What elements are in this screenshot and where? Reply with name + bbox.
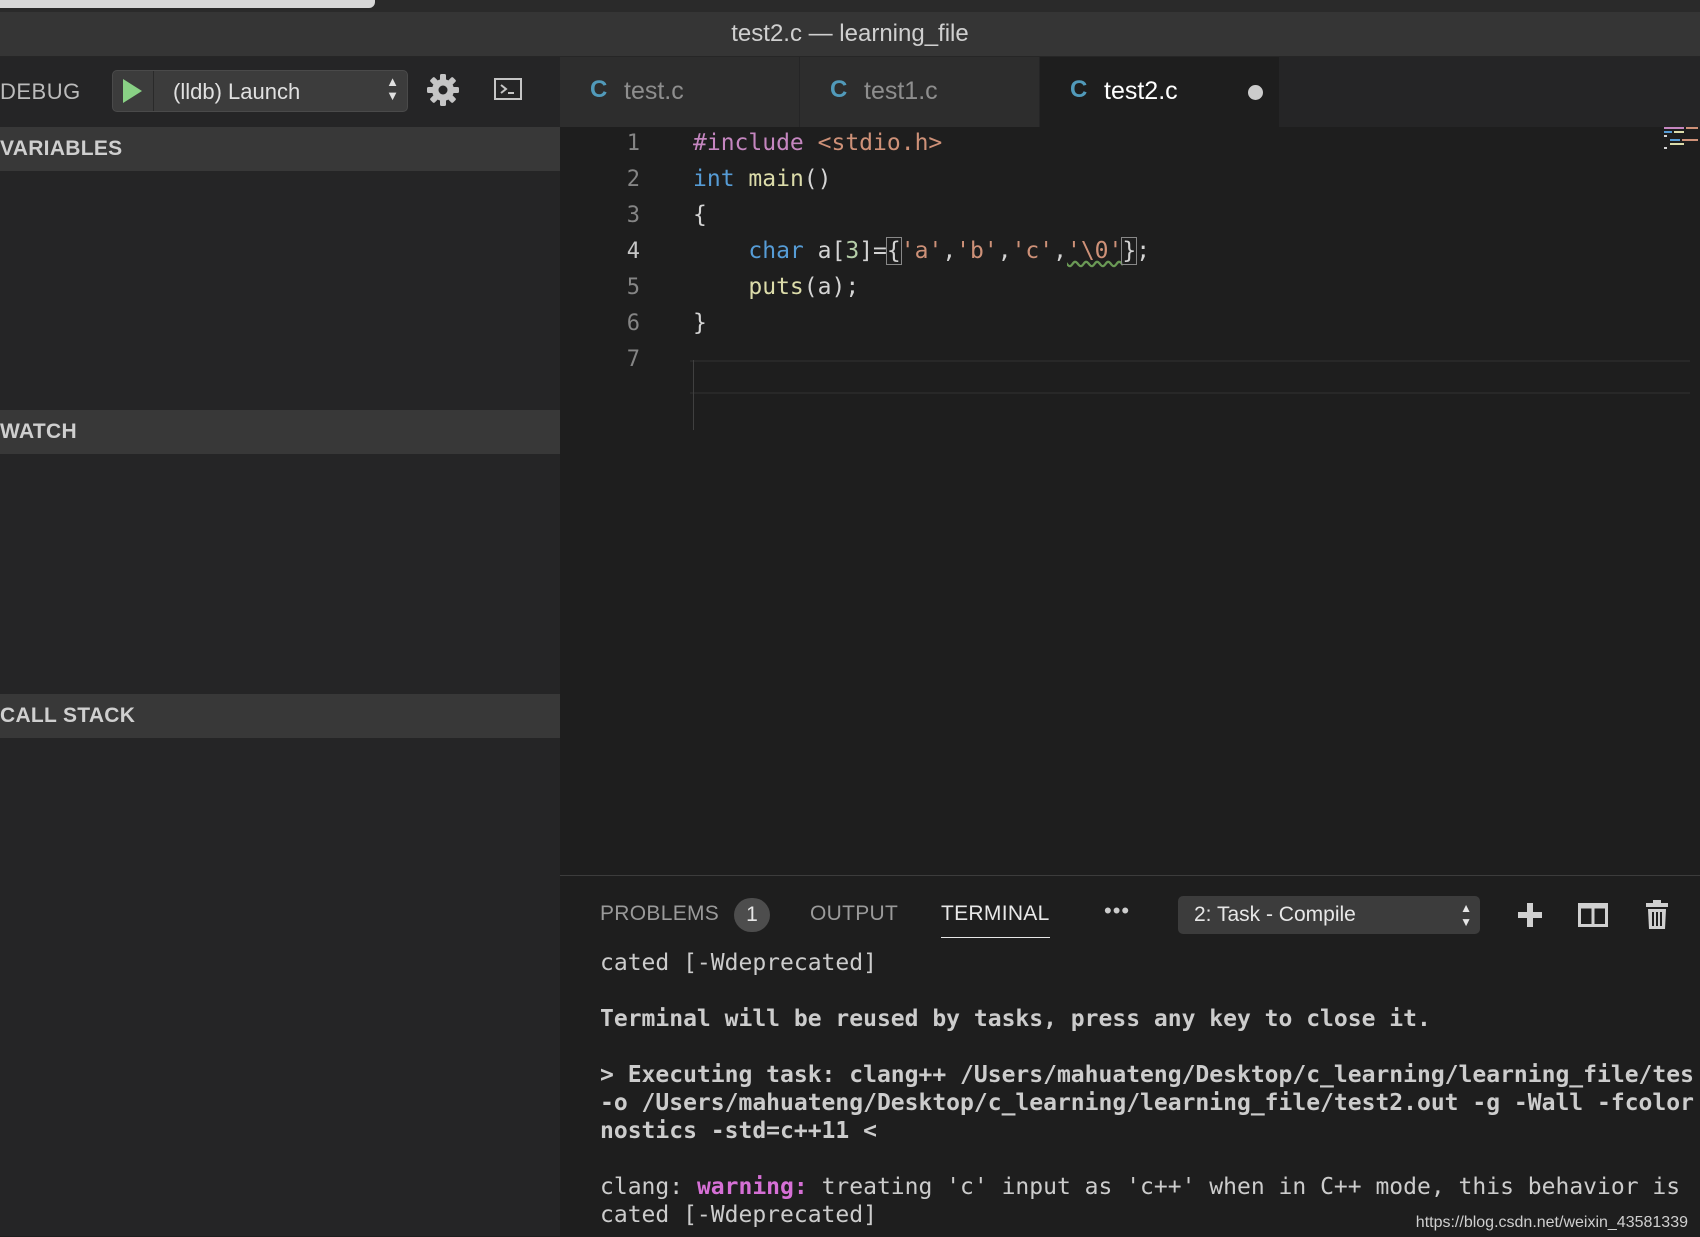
tab-label: test.c xyxy=(624,77,684,105)
minimap[interactable] xyxy=(1664,127,1700,155)
bottom-panel: PROBLEMS 1 OUTPUT TERMINAL ••• 2: Task -… xyxy=(560,875,1700,1237)
problems-count-badge: 1 xyxy=(734,898,770,932)
tab-output[interactable]: OUTPUT xyxy=(810,902,898,926)
c-file-icon: C xyxy=(1070,76,1088,103)
code-text: } xyxy=(693,310,707,336)
terminal-line: cated [-Wdeprecated] xyxy=(600,1202,877,1228)
terminal-line: cated [-Wdeprecated] xyxy=(600,950,877,976)
line-number: 5 xyxy=(626,275,640,300)
line-number: 3 xyxy=(626,203,640,228)
select-arrows-icon: ▲ ▼ xyxy=(386,74,399,103)
code-text: int main() xyxy=(693,166,832,192)
warning-label: warning: xyxy=(696,1174,808,1200)
tab-terminal[interactable]: TERMINAL xyxy=(941,902,1050,938)
code-line-6: 6 } xyxy=(560,307,1660,343)
split-terminal-icon[interactable] xyxy=(1578,902,1608,928)
code-text: puts(a); xyxy=(748,274,860,300)
section-call-stack[interactable]: CALL STACK xyxy=(0,694,560,738)
line-number: 7 xyxy=(626,347,640,372)
section-variables-label: VARIABLES xyxy=(0,137,123,160)
code-line-1: 1 #include <stdio.h> xyxy=(560,127,1660,163)
trash-icon[interactable] xyxy=(1645,900,1669,930)
code-text: { xyxy=(693,202,707,228)
debug-label: DEBUG xyxy=(0,79,81,104)
terminal-line: -o /Users/mahuateng/Desktop/c_learning/l… xyxy=(600,1090,1694,1116)
window-title: test2.c — learning_file xyxy=(731,20,969,47)
line-number: 6 xyxy=(626,311,640,336)
terminal-select-label: 2: Task - Compile xyxy=(1194,903,1356,926)
code-line-2: 2 int main() xyxy=(560,163,1660,199)
terminal-select[interactable]: 2: Task - Compile ▲ ▼ xyxy=(1178,896,1480,934)
launch-config-select[interactable]: (lldb) Launch ▲ ▼ xyxy=(112,70,408,112)
debug-toolbar: DEBUG (lldb) Launch ▲ ▼ xyxy=(0,57,560,127)
section-watch-label: WATCH xyxy=(0,420,77,443)
c-file-icon: C xyxy=(590,76,608,103)
line-number: 4 xyxy=(626,239,640,264)
code-line-5: 5 puts(a); xyxy=(560,271,1660,307)
tab-test-c[interactable]: C test.c xyxy=(560,57,800,127)
more-actions-icon[interactable]: ••• xyxy=(1104,898,1130,924)
top-strip-highlight xyxy=(0,0,375,8)
plus-icon[interactable] xyxy=(1517,902,1543,928)
top-strip xyxy=(0,0,1700,12)
launch-separator xyxy=(153,71,154,111)
watermark: https://blog.csdn.net/weixin_43581339 xyxy=(1415,1214,1688,1231)
debug-sidebar: DEBUG (lldb) Launch ▲ ▼ VARIABLES WATCH C… xyxy=(0,57,560,1236)
tab-label: test2.c xyxy=(1104,77,1178,105)
terminal-line: Terminal will be reused by tasks, press … xyxy=(600,1006,1431,1032)
terminal-line: nostics -std=c++11 < xyxy=(600,1118,877,1144)
section-variables[interactable]: VARIABLES xyxy=(0,127,560,171)
c-file-icon: C xyxy=(830,76,848,103)
tab-test1-c[interactable]: C test1.c xyxy=(800,57,1040,127)
title-bar: test2.c — learning_file xyxy=(0,12,1700,57)
unsaved-dot-icon[interactable] xyxy=(1248,85,1263,100)
code-line-7: 7 xyxy=(560,343,1660,379)
line-number: 2 xyxy=(626,167,640,192)
launch-config-label: (lldb) Launch xyxy=(173,79,301,104)
terminal-line: clang: warning: treating 'c' input as 'c… xyxy=(600,1174,1681,1200)
terminal-line: > Executing task: clang++ /Users/mahuate… xyxy=(600,1062,1694,1088)
tab-problems[interactable]: PROBLEMS xyxy=(600,902,719,926)
play-icon[interactable] xyxy=(123,79,142,103)
code-line-3: 3 { xyxy=(560,199,1660,235)
section-call-stack-label: CALL STACK xyxy=(0,704,136,727)
code-line-4: 4 char a[3]={'a','b','c','\0'}; xyxy=(560,235,1660,271)
section-watch[interactable]: WATCH xyxy=(0,410,560,454)
code-editor[interactable]: 1 #include <stdio.h> 2 int main() 3 { 4 … xyxy=(560,127,1700,875)
gear-icon[interactable] xyxy=(426,73,460,107)
code-text: #include <stdio.h> xyxy=(693,130,943,156)
select-arrows-icon: ▲ ▼ xyxy=(1460,901,1472,929)
line-number: 1 xyxy=(626,131,640,156)
tab-label: test1.c xyxy=(864,77,938,105)
editor-tabs: C test.c C test1.c C test2.c xyxy=(560,57,1700,127)
code-text: char a[3]={'a','b','c','\0'}; xyxy=(748,237,1151,265)
debug-console-icon[interactable] xyxy=(494,77,522,101)
tab-test2-c[interactable]: C test2.c xyxy=(1040,57,1280,127)
